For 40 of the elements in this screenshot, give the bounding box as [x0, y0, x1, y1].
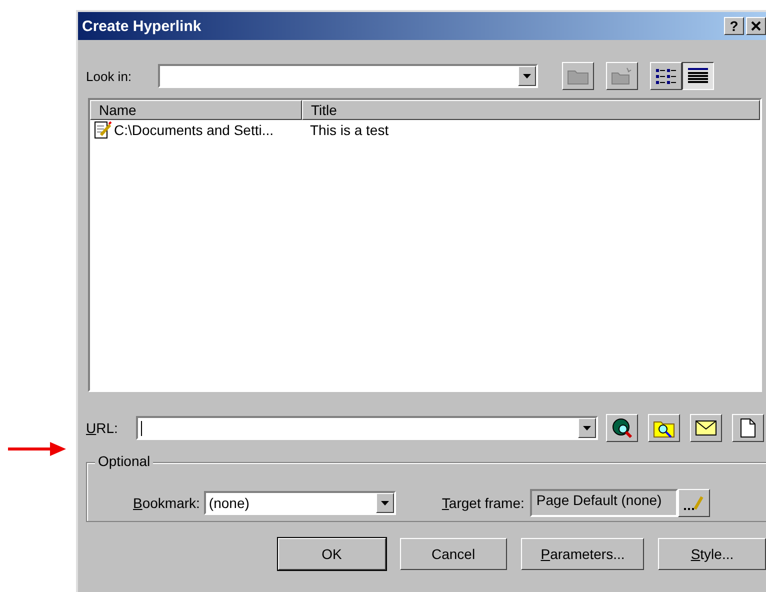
dialog-button[interactable]: OK: [278, 538, 386, 570]
file-name: C:\Documents and Setti...: [114, 122, 274, 138]
dialog-button[interactable]: Cancel: [400, 538, 508, 570]
caret-icon: [583, 426, 591, 430]
list-view-icon: [655, 67, 677, 85]
url-field[interactable]: [136, 416, 598, 440]
document-edit-icon: [94, 121, 112, 139]
new-folder-icon: [611, 67, 633, 85]
target-frame-field: Page Default (none): [530, 489, 678, 517]
toolbar-button[interactable]: [682, 62, 714, 90]
column-header[interactable]: Title: [302, 100, 760, 120]
file-title: This is a test: [309, 122, 389, 138]
dialog-button[interactable]: Style...: [658, 538, 766, 570]
arrow-icon: [8, 440, 68, 458]
edit-button[interactable]: [678, 489, 710, 517]
web-button[interactable]: [606, 414, 638, 442]
bookmark-label: Bookmark:: [133, 495, 200, 511]
email-button[interactable]: [690, 414, 722, 442]
page-icon: [740, 418, 756, 438]
browse-button[interactable]: [648, 414, 680, 442]
new-page-button[interactable]: [732, 414, 764, 442]
look-in-dropdown[interactable]: [158, 64, 538, 88]
caret-icon: [523, 74, 531, 78]
envelope-icon: [695, 420, 717, 436]
details-view-icon: [687, 67, 709, 85]
bookmark-dropdown[interactable]: (none): [204, 491, 396, 515]
group-title: Optional: [95, 453, 154, 469]
look-in-label: Look in:: [86, 68, 133, 84]
close-button[interactable]: [746, 17, 766, 35]
url-label: URL:: [86, 420, 119, 436]
close-icon: [751, 21, 761, 31]
dots-pencil-icon: [683, 495, 706, 511]
target-frame-label: Target frame:: [442, 495, 524, 511]
caret-icon: [380, 500, 389, 506]
dialog-button[interactable]: Parameters...: [521, 538, 644, 570]
window-title: Create Hyperlink: [82, 18, 202, 34]
column-header[interactable]: Name: [90, 100, 302, 120]
file-row[interactable]: C:\Documents and Setti... This is a test: [90, 120, 760, 140]
globe-search-icon: [611, 417, 633, 439]
help-button[interactable]: ?: [724, 17, 744, 35]
